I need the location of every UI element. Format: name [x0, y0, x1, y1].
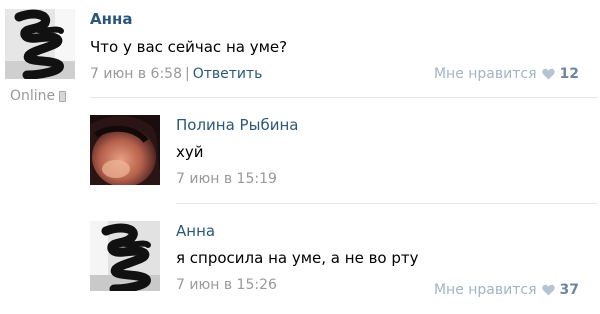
- author-avatar[interactable]: [5, 9, 75, 79]
- comment-text: хуй: [176, 143, 204, 161]
- post-author-link[interactable]: Анна: [90, 10, 132, 28]
- comment-author-link[interactable]: Анна: [176, 222, 215, 240]
- comment-date[interactable]: 7 июн в 15:19: [176, 171, 277, 187]
- reply-button[interactable]: Ответить: [193, 66, 263, 82]
- like-label: Мне нравится: [433, 66, 537, 82]
- like-count: 12: [559, 66, 579, 82]
- online-label: Online: [10, 88, 56, 104]
- like-label: Мне нравится: [433, 282, 537, 298]
- comment-text: я спросила на уме, а не во рту: [176, 249, 419, 267]
- comment-avatar[interactable]: [90, 115, 160, 185]
- wall-post: Online Анна Что у вас сейчас на уме? 7 и…: [0, 0, 600, 314]
- post-divider: [90, 97, 598, 98]
- meta-separator: |: [184, 66, 190, 82]
- comment-avatar[interactable]: [90, 221, 160, 291]
- post-text: Что у вас сейчас на уме?: [90, 38, 288, 56]
- post-meta: 7 июн в 6:58 | Ответить: [90, 66, 262, 82]
- like-count: 37: [559, 282, 579, 298]
- comment-author-link[interactable]: Полина Рыбина: [176, 116, 298, 134]
- post-date[interactable]: 7 июн в 6:58: [90, 66, 182, 82]
- comment-date[interactable]: 7 июн в 15:26: [176, 277, 277, 293]
- comment-divider: [176, 203, 598, 204]
- heart-icon: [541, 68, 555, 80]
- mobile-phone-icon: [59, 90, 67, 102]
- online-status: Online: [10, 88, 67, 104]
- heart-icon: [541, 284, 555, 296]
- comment-like-button[interactable]: Мне нравится 37: [434, 282, 579, 298]
- post-like-button[interactable]: Мне нравится 12: [434, 66, 579, 82]
